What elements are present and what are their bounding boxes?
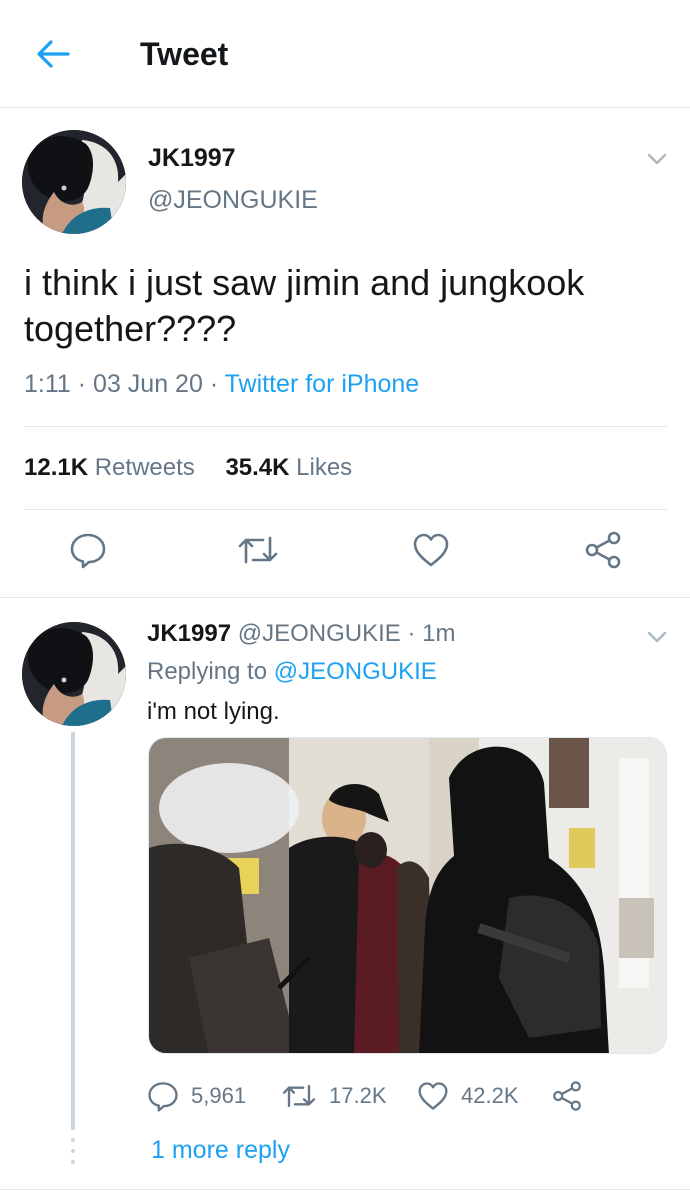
photo-image — [149, 738, 666, 1053]
more-replies-link[interactable]: 1 more reply — [151, 1136, 290, 1165]
avatar[interactable] — [22, 130, 126, 234]
share-button[interactable] — [551, 1076, 583, 1116]
reply-actions: 5,961 17.2K 42.2K — [147, 1076, 667, 1116]
tweet-source-link[interactable]: Twitter for iPhone — [225, 370, 420, 398]
reply-icon — [70, 533, 106, 569]
author-name[interactable]: JK1997 — [148, 144, 236, 173]
tweet-text: i think i just saw jimin and jungkook to… — [24, 262, 585, 349]
tweet-stats: 12.1K Retweets 35.4K Likes — [24, 454, 376, 482]
thread-line — [71, 732, 75, 1130]
reply-time: 1m — [422, 620, 456, 647]
replying-to: Replying to @JEONGUKIE — [147, 658, 437, 686]
share-icon — [553, 1081, 581, 1111]
author-handle[interactable]: @JEONGUKIE — [148, 186, 318, 215]
tweet-menu-button[interactable] — [642, 144, 672, 174]
reply-tweet[interactable]: JK1997 @JEONGUKIE · 1m Replying to @JEON… — [0, 600, 690, 1190]
author-handle[interactable]: @JEONGUKIE — [238, 620, 401, 647]
replying-mention-link[interactable]: @JEONGUKIE — [274, 658, 437, 685]
like-button[interactable]: 42.2K — [417, 1076, 519, 1116]
top-bar: Tweet — [0, 0, 690, 108]
like-count: 42.2K — [461, 1083, 519, 1108]
tweet-meta: 1:11 · 03 Jun 20 · Twitter for iPhone — [24, 370, 419, 399]
meta-separator: · — [407, 620, 423, 647]
like-button[interactable] — [409, 528, 453, 572]
divider — [24, 426, 667, 427]
meta-separator: · — [209, 370, 225, 398]
reply-header: JK1997 @JEONGUKIE · 1m — [147, 620, 456, 648]
replying-prefix: Replying to — [147, 658, 268, 685]
retweet-button[interactable]: 17.2K — [281, 1076, 387, 1116]
back-button[interactable] — [30, 34, 76, 74]
chevron-down-icon — [647, 153, 667, 165]
likes-label: Likes — [296, 454, 353, 481]
avatar-photo — [22, 130, 126, 234]
media-photo[interactable] — [148, 737, 667, 1054]
meta-separator: · — [77, 370, 94, 398]
reply-icon — [148, 1082, 178, 1112]
tweet-menu-button[interactable] — [642, 622, 672, 652]
tweet-time: 1:11 — [24, 370, 71, 398]
divider — [24, 509, 667, 510]
main-tweet: JK1997 @JEONGUKIE i think i just saw jim… — [0, 108, 690, 598]
arrow-left-icon — [37, 40, 70, 68]
tweet-actions — [0, 528, 690, 578]
retweet-count: 17.2K — [329, 1083, 387, 1108]
likes-stat[interactable]: 35.4K Likes — [225, 454, 352, 481]
share-button[interactable] — [581, 528, 625, 572]
author-name[interactable]: JK1997 — [147, 620, 231, 647]
reply-text: i'm not lying. — [147, 698, 280, 725]
retweet-icon — [238, 536, 278, 564]
retweets-label: Retweets — [94, 454, 195, 481]
share-icon — [585, 531, 621, 569]
chevron-down-icon — [647, 631, 667, 643]
avatar[interactable] — [22, 622, 126, 726]
heart-icon — [418, 1082, 448, 1110]
heart-icon — [413, 533, 449, 567]
reply-button[interactable] — [66, 528, 110, 572]
retweet-button[interactable] — [236, 528, 280, 572]
retweets-stat[interactable]: 12.1K Retweets — [24, 454, 195, 481]
reply-button[interactable]: 5,961 — [147, 1076, 246, 1116]
retweets-count: 12.1K — [24, 454, 89, 481]
avatar-photo — [22, 622, 126, 726]
thread-dots — [71, 1138, 75, 1164]
retweet-icon — [282, 1084, 316, 1108]
likes-count: 35.4K — [225, 454, 290, 481]
tweet-date: 03 Jun 20 — [93, 370, 203, 398]
reply-count: 5,961 — [191, 1083, 247, 1108]
page-title: Tweet — [140, 36, 229, 72]
